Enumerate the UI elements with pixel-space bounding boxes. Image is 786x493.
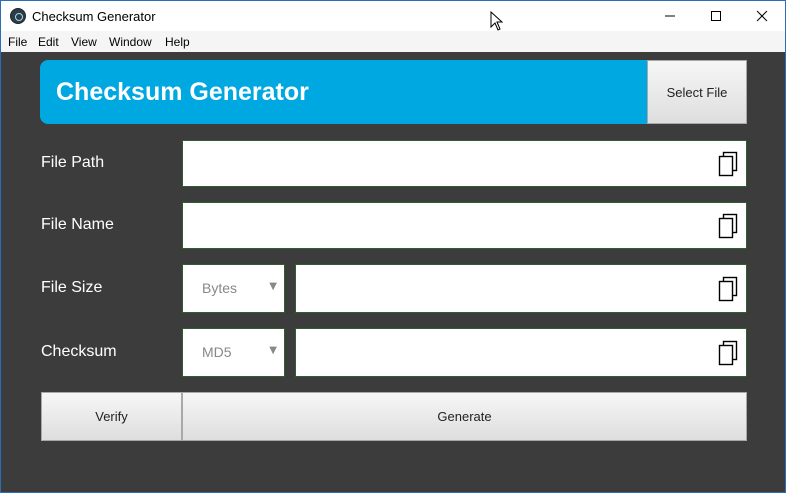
menu-help[interactable]: Help [165,35,190,49]
copy-icon[interactable] [717,276,739,302]
file-name-input[interactable] [191,203,704,248]
file-size-unit-value: Bytes [202,280,238,296]
menu-bar: File Edit View Window Help [1,31,785,52]
checksum-input[interactable] [304,329,704,376]
minimize-icon [665,15,675,17]
menu-window[interactable]: Window [109,35,152,49]
file-path-field [182,140,747,187]
page-title: Checksum Generator [56,78,309,106]
maximize-button[interactable] [693,1,739,31]
chevron-down-icon: ▼ [269,345,277,356]
menu-view[interactable]: View [71,35,97,49]
window-title: Checksum Generator [32,9,156,24]
copy-icon[interactable] [717,151,739,177]
select-file-button[interactable]: Select File [647,60,747,124]
app-icon [10,8,26,24]
close-icon [756,10,768,22]
maximize-icon [711,11,721,21]
copy-icon[interactable] [717,213,739,239]
close-button[interactable] [739,1,785,31]
header-banner: Checksum Generator [40,60,647,124]
minimize-button[interactable] [647,1,693,31]
file-path-input[interactable] [191,141,704,186]
file-size-label: File Size [41,279,103,296]
checksum-field [295,328,747,377]
main-content: Checksum Generator Select File File Path… [1,52,785,492]
file-name-field [182,202,747,249]
generate-button[interactable]: Generate [182,392,747,441]
menu-edit[interactable]: Edit [38,35,59,49]
file-size-field [295,264,747,313]
menu-file[interactable]: File [8,35,27,49]
verify-button[interactable]: Verify [41,392,182,441]
file-path-label: File Path [41,154,105,171]
title-bar: Checksum Generator [1,1,785,31]
file-size-input[interactable] [304,265,704,312]
copy-icon[interactable] [717,340,739,366]
app-window: Checksum Generator File Edit View Window… [0,0,786,493]
file-size-unit-select[interactable]: Bytes ▼ [182,264,285,313]
checksum-algorithm-value: MD5 [202,344,232,360]
checksum-label: Checksum [41,343,117,360]
chevron-down-icon: ▼ [269,281,277,292]
mouse-cursor-icon [490,11,504,31]
file-name-label: File Name [41,216,114,233]
checksum-algorithm-select[interactable]: MD5 ▼ [182,328,285,377]
